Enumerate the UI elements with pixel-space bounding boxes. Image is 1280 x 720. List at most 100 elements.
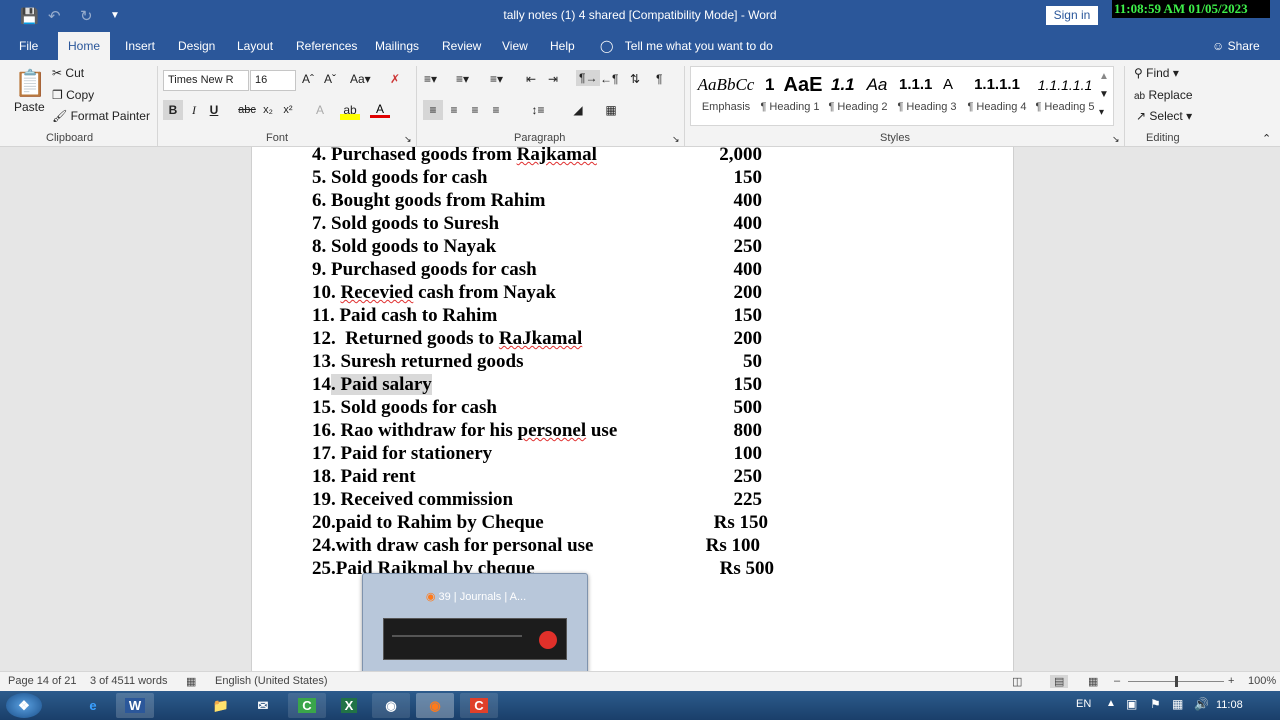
paste-button[interactable]: Paste: [14, 100, 45, 114]
tab-mailings[interactable]: Mailings: [375, 39, 419, 53]
bullets-icon[interactable]: ≡▾: [424, 72, 437, 86]
justify-icon[interactable]: ≡: [486, 100, 506, 120]
save-icon[interactable]: 💾: [20, 7, 39, 25]
chat-icon[interactable]: ✉: [244, 693, 282, 718]
find-button[interactable]: ⚲ Find ▾: [1134, 66, 1179, 80]
styles-dialog-launcher-icon[interactable]: ↘: [1112, 134, 1120, 145]
tab-insert[interactable]: Insert: [125, 39, 155, 53]
folder-icon[interactable]: 📁: [202, 693, 240, 718]
network-icon[interactable]: ▦: [1172, 697, 1183, 711]
align-right-icon[interactable]: ≡: [465, 100, 485, 120]
zoom-in-icon[interactable]: +: [1228, 675, 1234, 687]
sort-icon[interactable]: ⇅: [630, 72, 640, 86]
styles-more-icon[interactable]: ▾: [1099, 107, 1104, 118]
clear-formatting-icon[interactable]: ✗: [390, 72, 400, 86]
page-count[interactable]: Page 14 of 21: [8, 675, 77, 687]
zoom-out-icon[interactable]: –: [1114, 675, 1120, 687]
vertical-scrollbar[interactable]: [1265, 147, 1280, 671]
styles-scroll-up-icon[interactable]: ▲: [1099, 71, 1109, 82]
shading-icon[interactable]: ◢: [566, 100, 590, 120]
read-mode-icon[interactable]: ◫: [1012, 675, 1022, 688]
tab-help[interactable]: Help: [550, 39, 575, 53]
font-dialog-launcher-icon[interactable]: ↘: [404, 134, 412, 145]
paste-icon[interactable]: 📋: [14, 68, 46, 99]
line-9: 9. Purchased goods for cash: [312, 259, 537, 280]
tab-home[interactable]: Home: [58, 32, 111, 60]
font-color-icon[interactable]: A: [370, 100, 390, 118]
grow-font-icon[interactable]: Aˆ: [302, 72, 314, 86]
customize-qat-icon[interactable]: ▼: [110, 10, 120, 21]
style-emphasis[interactable]: AaBbCc Emphasis: [695, 67, 757, 125]
decrease-indent-icon[interactable]: ⇤: [526, 72, 536, 86]
copy-button[interactable]: ❐ Copy: [52, 88, 94, 102]
rtl-icon[interactable]: ←¶: [600, 72, 618, 86]
language-bar[interactable]: EN: [1076, 698, 1091, 710]
line-spacing-icon[interactable]: ↕≡: [525, 100, 551, 120]
volume-icon[interactable]: 🔊: [1194, 697, 1209, 711]
ltr-icon[interactable]: ¶→: [576, 70, 601, 86]
font-name-select[interactable]: Times New R: [163, 70, 249, 91]
undo-icon[interactable]: ↶: [48, 7, 61, 25]
subscript-button[interactable]: x₂: [258, 100, 278, 120]
taskbar-preview-popup[interactable]: ◉ 39 | Journals | A...: [362, 573, 588, 685]
share-button[interactable]: ☺ Share: [1212, 39, 1260, 53]
style-a-preview[interactable]: A: [937, 67, 959, 125]
bold-button[interactable]: B: [163, 100, 183, 120]
change-case-icon[interactable]: Aa▾: [350, 72, 371, 86]
cut-button[interactable]: ✂ Cut: [52, 66, 84, 80]
redo-icon[interactable]: ↻: [80, 7, 93, 25]
style-heading-3-preview[interactable]: Aa: [863, 67, 891, 125]
style-heading-2-preview[interactable]: AaE: [783, 67, 823, 125]
show-marks-icon[interactable]: ¶: [656, 72, 662, 86]
tab-layout[interactable]: Layout: [237, 39, 273, 53]
web-layout-icon[interactable]: ▦: [1088, 675, 1098, 688]
zoom-slider-thumb[interactable]: [1175, 676, 1178, 687]
superscript-button[interactable]: x²: [278, 100, 298, 120]
paragraph-dialog-launcher-icon[interactable]: ↘: [672, 134, 680, 145]
tray-expand-icon[interactable]: ▲: [1106, 698, 1116, 709]
start-button[interactable]: ❖: [6, 693, 42, 718]
styles-scroll-down-icon[interactable]: ▼: [1099, 89, 1109, 100]
align-center-icon[interactable]: ≡: [444, 100, 464, 120]
sign-in-button[interactable]: Sign in: [1046, 6, 1098, 25]
shrink-font-icon[interactable]: Aˇ: [324, 72, 336, 86]
style-heading-4[interactable]: 1.1.1.1 ¶ Heading 4: [963, 67, 1031, 125]
word-count[interactable]: 3 of 4511 words: [90, 675, 167, 687]
camtasia-icon[interactable]: C: [288, 693, 326, 718]
borders-icon[interactable]: ▦: [598, 100, 624, 120]
proofing-icon[interactable]: ▦: [186, 675, 196, 688]
firefox-taskbar-icon[interactable]: ◉: [416, 693, 454, 718]
recorder-icon[interactable]: C: [460, 693, 498, 718]
numbering-icon[interactable]: ≡▾: [456, 72, 469, 86]
tab-view[interactable]: View: [502, 39, 528, 53]
tab-references[interactable]: References: [296, 39, 357, 53]
excel-icon[interactable]: X: [330, 693, 368, 718]
system-clock[interactable]: 11:08: [1216, 699, 1243, 711]
italic-button[interactable]: I: [184, 100, 204, 120]
highlight-color-icon[interactable]: ab: [340, 100, 360, 120]
collapse-ribbon-icon[interactable]: ⌃: [1262, 132, 1271, 145]
word-taskbar-icon[interactable]: W: [116, 693, 154, 718]
language-indicator[interactable]: English (United States): [215, 675, 328, 687]
format-painter-button[interactable]: 🖌 Format Painter: [52, 109, 150, 123]
flag-icon[interactable]: ⚑: [1150, 697, 1161, 711]
tell-me-search[interactable]: ◯ Tell me what you want to do: [600, 39, 773, 53]
text-effects-icon[interactable]: A: [310, 100, 330, 120]
select-button[interactable]: ↗ Select ▾: [1136, 109, 1192, 123]
tab-design[interactable]: Design: [178, 39, 215, 53]
replace-button[interactable]: ab Replace: [1134, 88, 1193, 102]
tab-file[interactable]: File: [19, 39, 38, 53]
strikethrough-button[interactable]: abc: [236, 100, 258, 120]
align-left-icon[interactable]: ≡: [423, 100, 443, 120]
ie-icon[interactable]: e: [74, 693, 112, 718]
font-size-select[interactable]: 16: [250, 70, 296, 91]
chrome-icon[interactable]: ◉: [372, 693, 410, 718]
underline-button[interactable]: U: [204, 100, 224, 120]
style-heading-5[interactable]: 1.1.1.1.1 ¶ Heading 5: [1033, 67, 1097, 125]
multilevel-list-icon[interactable]: ≡▾: [490, 72, 503, 86]
tab-review[interactable]: Review: [442, 39, 481, 53]
zoom-level[interactable]: 100%: [1248, 675, 1276, 687]
increase-indent-icon[interactable]: ⇥: [548, 72, 558, 86]
tray-app-icon[interactable]: ▣: [1126, 697, 1137, 711]
print-layout-icon[interactable]: ▤: [1050, 675, 1069, 688]
